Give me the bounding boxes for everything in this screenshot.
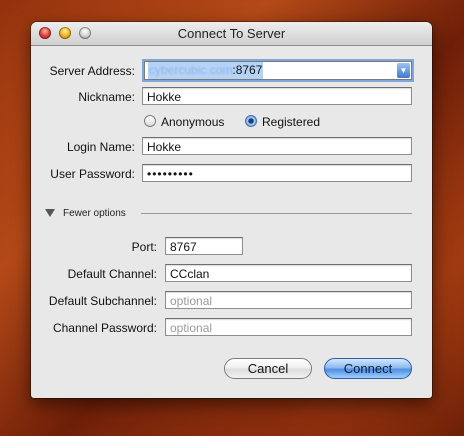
default-subchannel-field[interactable]: optional: [165, 291, 412, 309]
login-name-field[interactable]: Hokke: [142, 137, 412, 155]
fewer-options-toggle[interactable]: Fewer options: [63, 208, 126, 219]
server-port-text: :8767: [232, 63, 263, 77]
default-subchannel-label: Default Subchannel:: [48, 294, 157, 308]
anonymous-radio[interactable]: [144, 115, 156, 127]
port-label: Port:: [131, 240, 157, 254]
registered-label: Registered: [262, 115, 321, 129]
registered-radio[interactable]: [245, 115, 257, 127]
channel-password-label: Channel Password:: [52, 321, 157, 335]
anonymous-label: Anonymous: [161, 115, 225, 129]
disclosure-triangle-icon[interactable]: [45, 209, 55, 217]
chevron-down-icon[interactable]: ▼: [397, 63, 410, 78]
server-address-label: Server Address:: [49, 64, 135, 78]
user-password-label: User Password:: [50, 167, 135, 181]
channel-password-field[interactable]: optional: [165, 318, 412, 336]
options-separator: [141, 213, 412, 214]
server-host-text: cybercubic.com: [149, 63, 233, 77]
nickname-field[interactable]: Hokke: [142, 87, 412, 105]
default-channel-label: Default Channel:: [67, 267, 157, 281]
connect-button[interactable]: Connect: [324, 358, 412, 379]
login-name-label: Login Name:: [66, 140, 135, 154]
port-field[interactable]: 8767: [165, 237, 243, 255]
nickname-label: Nickname:: [78, 90, 135, 104]
server-address-combo[interactable]: cybercubic.com:8767 ▼: [144, 61, 412, 80]
default-channel-field[interactable]: CCclan: [165, 264, 412, 282]
title-bar[interactable]: Connect To Server: [31, 22, 432, 46]
server-address-selection: cybercubic.com:8767: [148, 62, 264, 79]
cancel-button[interactable]: Cancel: [224, 358, 312, 379]
user-password-field[interactable]: •••••••••: [142, 164, 412, 182]
window-title: Connect To Server: [177, 26, 286, 41]
connect-dialog: Connect To Server Server Address: cyberc…: [31, 22, 432, 398]
